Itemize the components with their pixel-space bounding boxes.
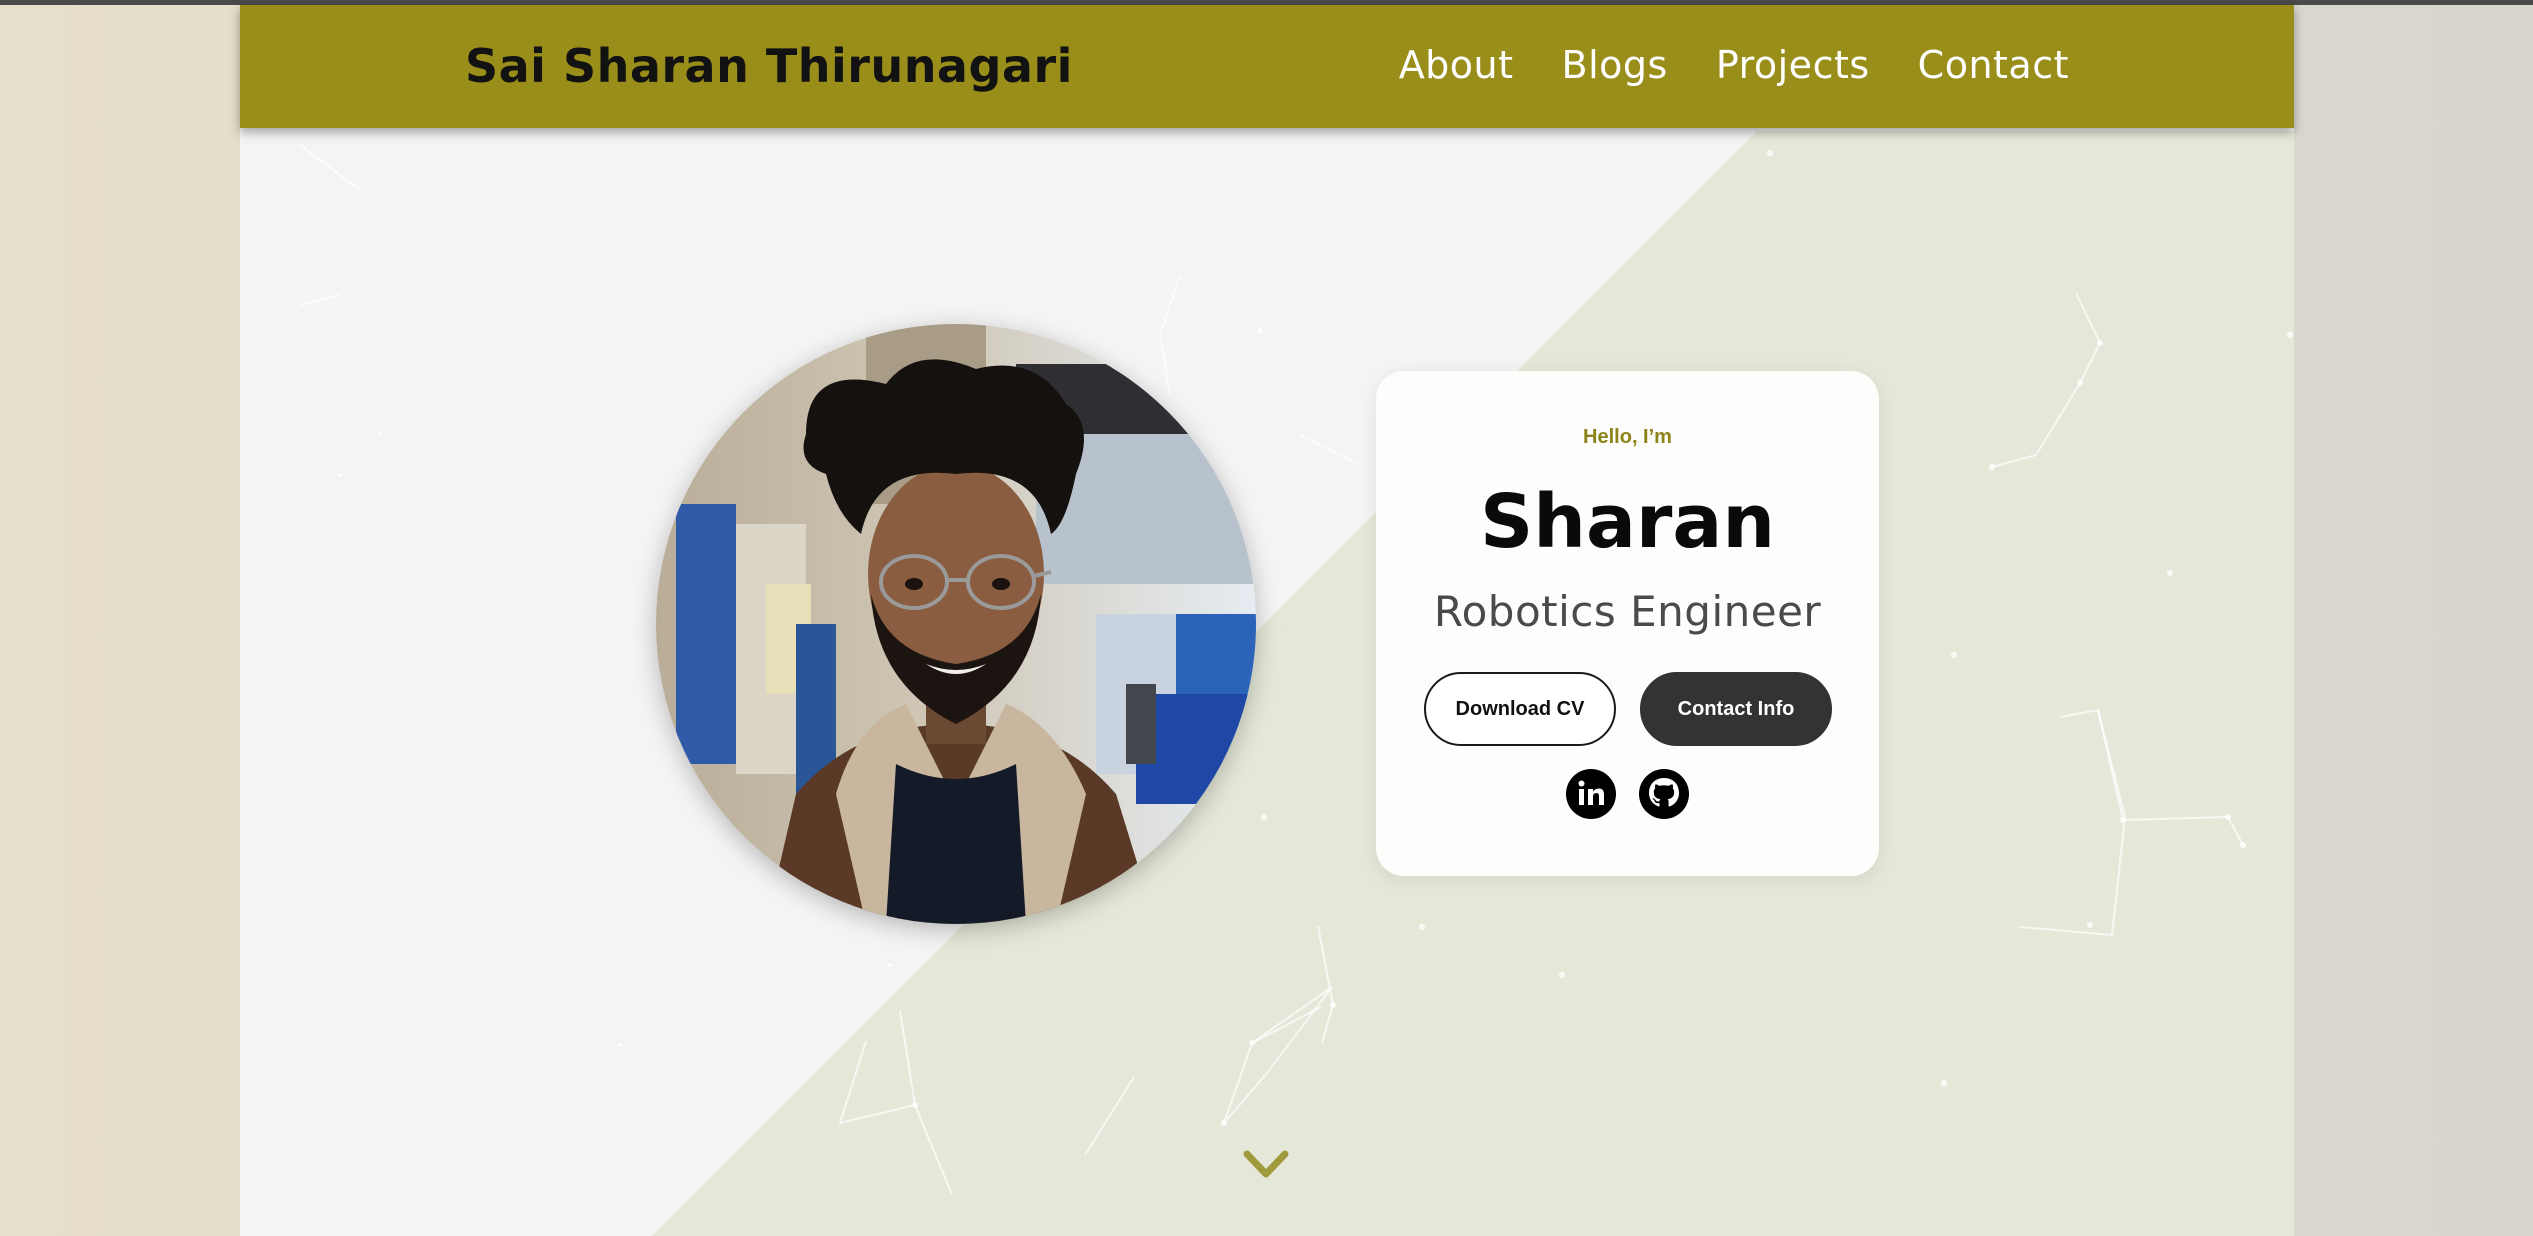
greeting-text: Hello, I’m xyxy=(1583,426,1672,448)
hero-name: Sharan xyxy=(1479,479,1776,565)
nav-link-about[interactable]: About xyxy=(1399,43,1514,87)
nav-link-blogs[interactable]: Blogs xyxy=(1562,43,1668,87)
diagonal-background xyxy=(299,131,2294,1236)
nav-link-contact[interactable]: Contact xyxy=(1918,43,2069,87)
site-brand[interactable]: Sai Sharan Thirunagari xyxy=(465,39,1073,93)
contact-info-button[interactable]: Contact Info xyxy=(1640,672,1832,746)
github-icon[interactable] xyxy=(1639,769,1689,819)
download-cv-button[interactable]: Download CV xyxy=(1424,672,1616,746)
linkedin-icon[interactable] xyxy=(1566,769,1616,819)
page-background xyxy=(240,5,2294,1236)
site-header: Sai Sharan Thirunagari About Blogs Proje… xyxy=(240,5,2294,128)
profile-photo xyxy=(656,324,1256,924)
nav-link-projects[interactable]: Projects xyxy=(1716,43,1870,87)
main-nav: About Blogs Projects Contact xyxy=(1399,43,2069,87)
chevron-down-icon[interactable] xyxy=(1243,1148,1289,1182)
profile-portrait-illustration xyxy=(656,324,1256,924)
intro-card: Hello, I’m Sharan Robotics Engineer Down… xyxy=(1376,371,1879,876)
hero-role: Robotics Engineer xyxy=(1433,587,1822,636)
